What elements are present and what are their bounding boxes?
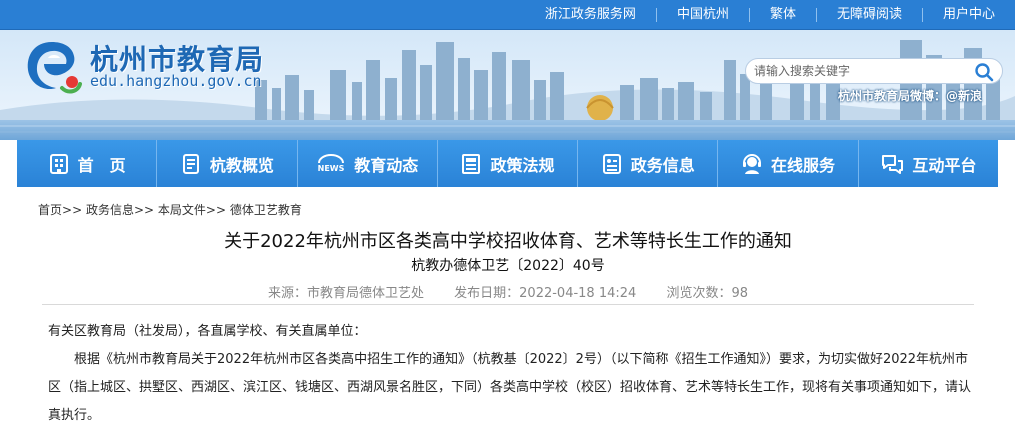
overview-icon [182, 153, 199, 174]
nav-item-label: 教育动态 [354, 155, 419, 175]
news-icon: NEWS [318, 153, 345, 173]
breadcrumb-separator: >> [205, 203, 230, 217]
divider [42, 304, 974, 305]
top-link-accessible-reading[interactable]: 无障碍阅读 [815, 8, 922, 22]
breadcrumb-category[interactable]: 德体卫艺教育 [230, 203, 302, 217]
search-box [745, 58, 1003, 84]
breadcrumb-separator: >> [133, 203, 158, 217]
nav-item-policy[interactable]: 政策法规 [436, 140, 577, 187]
nav-item-label: 杭教概览 [209, 155, 274, 175]
article-date: 发布日期：2022-04-18 14:24 [454, 286, 637, 301]
top-link-user-center[interactable]: 用户中心 [921, 8, 1015, 22]
nav-item-label: 在线服务 [771, 155, 836, 175]
article-source: 来源：市教育局德体卫艺处 [268, 286, 425, 301]
nav-item-label: 互动平台 [912, 155, 977, 175]
article-paragraph: 根据《杭州市教育局关于2022年杭州市区各类高中招生工作的通知》（杭教基〔202… [48, 352, 972, 423]
document-number: 杭教办德体卫艺〔2022〕40号 [411, 258, 605, 274]
main-nav: 首 页 杭教概览 NEWS 教育动态 政策法规 政务信息 在线服务 互动平台 [17, 140, 998, 187]
nav-item-home[interactable]: 首 页 [17, 140, 156, 187]
top-links: 浙江政务服务网 中国杭州 繁体 无障碍阅读 用户中心 [525, 0, 1015, 30]
chat-icon [882, 154, 904, 174]
breadcrumb-gov-info[interactable]: 政务信息 [86, 203, 134, 217]
nav-item-label: 政务信息 [630, 155, 695, 175]
top-link-zhejiang-gov-service[interactable]: 浙江政务服务网 [525, 8, 656, 22]
bureau-logo[interactable] [22, 36, 84, 96]
search-icon[interactable] [974, 62, 994, 82]
breadcrumb-home[interactable]: 首页 [38, 203, 62, 217]
breadcrumb-separator: >> [62, 203, 86, 217]
article-container: 首页>> 政务信息>> 本局文件>> 德体卫艺教育 关于2022年杭州市区各类高… [28, 187, 988, 437]
weibo-link[interactable]: 杭州市教育局微博：@新浪 [838, 87, 982, 104]
nav-item-label: 首 页 [77, 155, 126, 175]
nav-item-service[interactable]: 在线服务 [717, 140, 857, 187]
nav-item-news[interactable]: NEWS 教育动态 [296, 140, 437, 187]
nav-item-interaction[interactable]: 互动平台 [857, 140, 998, 187]
article-meta: 来源：市教育局德体卫艺处 发布日期：2022-04-18 14:24 浏览次数：… [28, 282, 988, 301]
info-icon [602, 153, 621, 174]
nav-item-label: 政策法规 [490, 155, 555, 175]
article-salutation: 有关区教育局（社发局），各直属学校、有关直属单位： [48, 324, 367, 339]
article-title: 关于2022年杭州市区各类高中学校招收体育、艺术等特长生工作的通知 [224, 231, 792, 252]
service-icon [743, 153, 762, 174]
breadcrumb-bureau-docs[interactable]: 本局文件 [158, 203, 206, 217]
site-banner: 浙江政务服务网 中国杭州 繁体 无障碍阅读 用户中心 杭州市教育局 edu.ha… [0, 0, 1015, 140]
article-body: 有关区教育局（社发局），各直属学校、有关直属单位： 根据《杭州市教育局关于202… [48, 318, 978, 430]
top-bar: 浙江政务服务网 中国杭州 繁体 无障碍阅读 用户中心 [0, 0, 1015, 30]
top-link-traditional-chinese[interactable]: 繁体 [748, 8, 816, 22]
site-domain: edu.hangzhou.gov.cn [90, 72, 262, 90]
home-icon [49, 153, 68, 174]
article-views: 浏览次数：98 [666, 286, 748, 301]
breadcrumb: 首页>> 政务信息>> 本局文件>> 德体卫艺教育 [38, 201, 302, 218]
policy-icon [462, 153, 481, 174]
nav-item-overview[interactable]: 杭教概览 [156, 140, 296, 187]
search-input[interactable] [746, 59, 961, 83]
nav-item-info[interactable]: 政务信息 [577, 140, 717, 187]
svg-text:NEWS: NEWS [318, 164, 345, 173]
top-link-china-hangzhou[interactable]: 中国杭州 [655, 8, 749, 22]
